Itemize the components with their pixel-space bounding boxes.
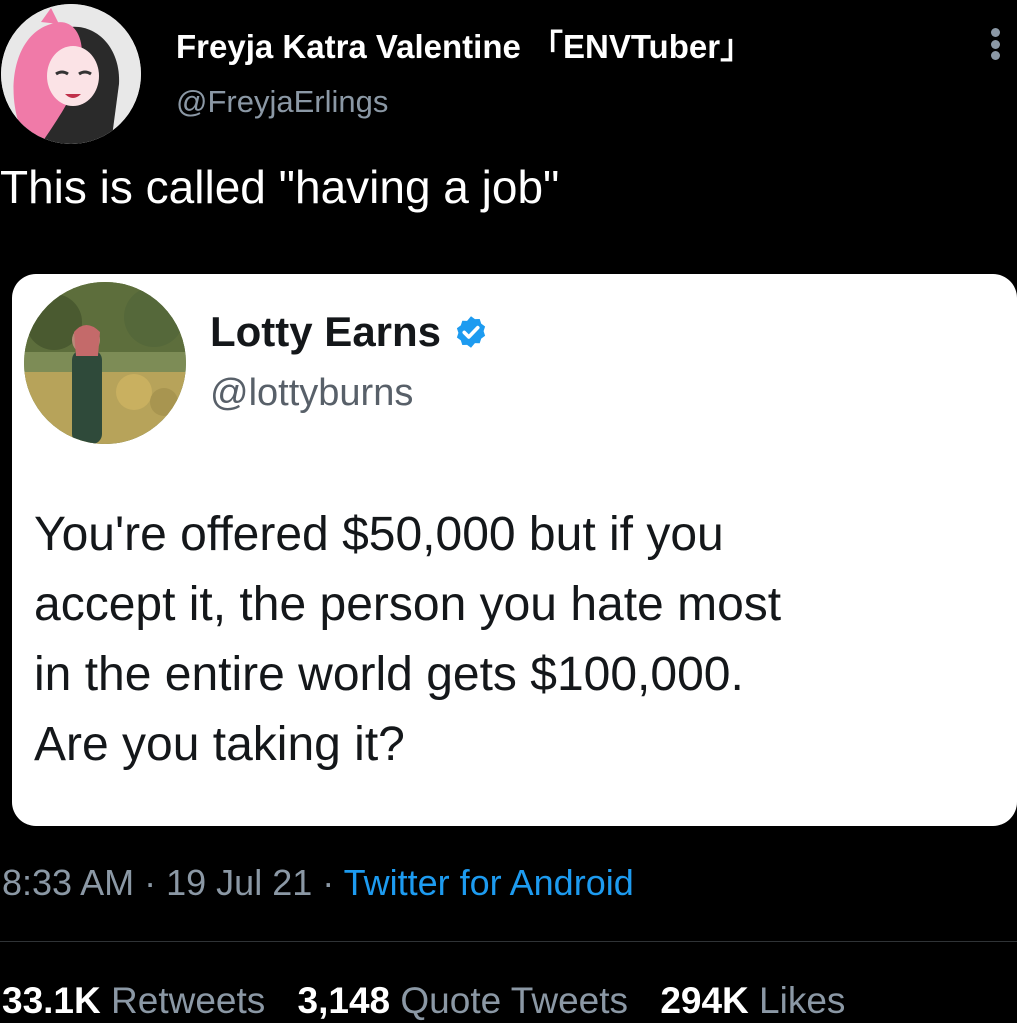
quoted-author-avatar[interactable]	[24, 282, 186, 444]
quote-tweets-label: Quote Tweets	[400, 980, 629, 1021]
more-dot-icon	[990, 51, 1000, 60]
meta-separator: ·	[322, 862, 335, 903]
retweets-label: Retweets	[111, 980, 266, 1021]
quoted-author-name[interactable]: Lotty Earns	[210, 308, 489, 356]
meta-separator: ·	[144, 862, 157, 903]
tweet-date[interactable]: 19 Jul 21	[166, 862, 312, 903]
likes-stat[interactable]: 294K Likes	[660, 980, 845, 1022]
quote-tweets-count: 3,148	[297, 980, 391, 1021]
avatar-photo-icon	[24, 282, 186, 444]
quoted-text-line: accept it, the person you hate most	[34, 578, 782, 631]
retweets-count: 33.1K	[2, 980, 101, 1021]
quoted-tweet-card[interactable]: Lotty Earns @lottyburns You're offered $…	[12, 274, 1017, 826]
verified-badge-icon	[456, 316, 486, 348]
more-dot-icon	[990, 28, 1000, 37]
quoted-text-line: in the entire world gets $100,000.	[34, 648, 744, 701]
quoted-text-line: Are you taking it?	[34, 718, 405, 771]
more-options-button[interactable]	[980, 22, 1010, 66]
quoted-text-line: You're offered $50,000 but if you	[34, 508, 724, 561]
avatar-illustration-icon	[1, 4, 141, 144]
author-display-name[interactable]: Freyja Katra Valentine 「ENVTuber」	[176, 20, 753, 68]
tweet-meta: 8:33 AM · 19 Jul 21 · Twitter for Androi…	[2, 862, 634, 904]
quoted-tweet-text: You're offered $50,000 but if you accept…	[34, 500, 1004, 780]
tweet-time[interactable]: 8:33 AM	[2, 862, 134, 903]
tweet-text: This is called "having a job"	[0, 161, 560, 213]
tweet-source-link[interactable]: Twitter for Android	[344, 862, 634, 903]
likes-count: 294K	[660, 980, 749, 1021]
quote-tweets-stat[interactable]: 3,148 Quote Tweets	[298, 980, 629, 1022]
retweets-stat[interactable]: 33.1K Retweets	[2, 980, 265, 1022]
tweet-stats: 33.1K Retweets 3,148 Quote Tweets 294K L…	[2, 980, 867, 1022]
divider	[0, 941, 1017, 942]
more-dot-icon	[990, 39, 1000, 49]
author-handle[interactable]: @FreyjaErlings	[176, 84, 388, 120]
author-avatar[interactable]	[1, 4, 141, 144]
quoted-author-handle[interactable]: @lottyburns	[210, 372, 413, 415]
quoted-author-name-text: Lotty Earns	[210, 308, 442, 355]
likes-label: Likes	[759, 980, 846, 1021]
